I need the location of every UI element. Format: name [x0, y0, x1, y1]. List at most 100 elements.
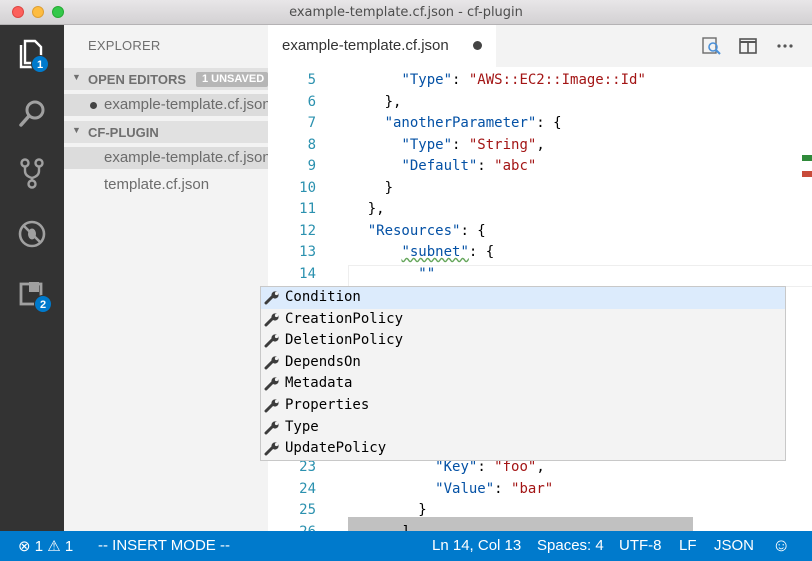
editor-tabs: example-template.cf.json [268, 25, 812, 67]
suggestion-item[interactable]: Type [261, 417, 785, 439]
explorer-sidebar: EXPLORER ▼ OPEN EDITORS 1 UNSAVED exampl… [64, 25, 268, 531]
line-number: 25 [299, 502, 316, 518]
explorer-badge: 1 [31, 55, 49, 73]
explorer-activity-button[interactable]: 1 [12, 33, 52, 73]
json-key-token: "Type" [401, 72, 453, 88]
code-line: }, [334, 199, 385, 221]
warning-icon: ⚠ [47, 538, 61, 555]
split-editor-icon [739, 38, 757, 54]
line-number: 10 [299, 179, 316, 196]
json-key-token: "Key" [435, 459, 478, 475]
code-line: "Resources": { [334, 221, 486, 243]
punctuation-token: : { [468, 244, 495, 260]
activity-bar: 1 2 [0, 25, 64, 531]
json-key-token: "Type" [401, 136, 453, 153]
wrench-icon [264, 399, 279, 413]
open-changes-button[interactable] [700, 35, 722, 57]
chevron-down-icon: ▼ [72, 125, 81, 135]
more-actions-button[interactable] [774, 35, 796, 57]
extensions-activity-button[interactable]: 2 [12, 273, 52, 313]
suggestion-item[interactable]: Condition [261, 287, 785, 309]
preview-search-icon [702, 37, 721, 55]
file-item[interactable]: template.cf.json [64, 174, 268, 196]
file-item[interactable]: example-template.cf.json [64, 147, 268, 169]
encoding-selector[interactable]: UTF-8 [619, 537, 662, 554]
punctuation-token: ] [401, 524, 409, 532]
split-editor-button[interactable] [737, 35, 759, 57]
project-label: CF-PLUGIN [88, 125, 159, 140]
suggestion-item[interactable]: UpdatePolicy [261, 438, 785, 460]
code-line: } [334, 500, 426, 522]
unsaved-dot-icon [90, 102, 97, 109]
error-count: 1 [34, 538, 44, 555]
status-bar: ⊗ 1 ⚠ 1 -- INSERT MODE -- Ln 14, Col 13 … [0, 531, 812, 561]
overview-mark-error [802, 171, 812, 177]
punctuation-token: : [477, 158, 495, 174]
search-activity-button[interactable] [12, 93, 52, 133]
line-number: 9 [307, 158, 316, 174]
line-number: 14 [299, 265, 316, 282]
feedback-smiley-icon[interactable]: ☺ [772, 535, 790, 556]
suggestion-item[interactable]: CreationPolicy [261, 309, 785, 331]
source-control-activity-button[interactable] [12, 153, 52, 193]
eol-selector[interactable]: LF [679, 537, 697, 554]
vim-mode-indicator: -- INSERT MODE -- [98, 537, 230, 554]
suggestion-item[interactable]: Metadata [261, 373, 785, 395]
wrench-icon [264, 420, 279, 435]
unsaved-dot-icon[interactable] [473, 41, 482, 50]
tab-label: example-template.cf.json [282, 37, 449, 54]
error-icon: ⊗ [18, 538, 31, 555]
chevron-down-icon: ▼ [72, 72, 81, 82]
code-line: }, [334, 92, 402, 114]
line-number: 26 [268, 522, 316, 532]
suggestion-item[interactable]: DependsOn [261, 352, 785, 374]
tab-example-template[interactable]: example-template.cf.json [268, 25, 496, 67]
punctuation-token: : [494, 480, 512, 497]
suggestion-item[interactable]: Properties [261, 395, 785, 417]
open-editor-item[interactable]: example-template.cf.json [64, 94, 268, 116]
source-control-icon [20, 158, 44, 189]
code-line: "Default": "abc" [334, 156, 536, 178]
suggestion-label: Condition [285, 289, 361, 305]
punctuation-token: : [477, 459, 495, 475]
punctuation-token: }, [384, 93, 402, 110]
json-string-token: "AWS::EC2::Image::Id" [468, 72, 646, 88]
suggestion-label: Metadata [285, 375, 353, 392]
cursor-position[interactable]: Ln 14, Col 13 [432, 537, 521, 554]
line-number: 24 [299, 480, 316, 497]
code-line: "Type": "String", [334, 135, 544, 157]
code-line: "Value": "bar" [334, 479, 553, 501]
punctuation-token: } [384, 179, 394, 196]
project-section-header[interactable]: ▼ CF-PLUGIN [64, 121, 268, 143]
punctuation-token: : { [460, 222, 486, 239]
open-editors-section-header[interactable]: ▼ OPEN EDITORS 1 UNSAVED [64, 68, 268, 90]
code-line: ] [334, 522, 409, 532]
json-string-token: "String" [468, 136, 537, 153]
suggestion-label: Type [285, 418, 319, 435]
language-mode-selector[interactable]: JSON [714, 537, 754, 554]
suggestion-item[interactable]: DeletionPolicy [261, 330, 785, 352]
wrench-icon [264, 312, 279, 327]
overview-ruler [798, 67, 812, 531]
line-number: 6 [307, 93, 316, 110]
problems-indicator[interactable]: ⊗ 1 ⚠ 1 [18, 537, 73, 555]
json-string-token: "abc" [494, 158, 537, 174]
json-key-token: "anotherParameter" [384, 115, 537, 131]
code-line: "anotherParameter": { [334, 113, 562, 135]
indentation-selector[interactable]: Spaces: 4 [537, 537, 604, 554]
line-number: 8 [307, 136, 316, 153]
code-line: "subnet": { [334, 242, 494, 264]
suggestion-label: DeletionPolicy [285, 332, 404, 349]
debug-activity-button[interactable] [12, 213, 52, 253]
json-string-token: "bar" [511, 480, 554, 497]
debug-icon [18, 220, 46, 248]
file-item-label: template.cf.json [104, 176, 210, 193]
